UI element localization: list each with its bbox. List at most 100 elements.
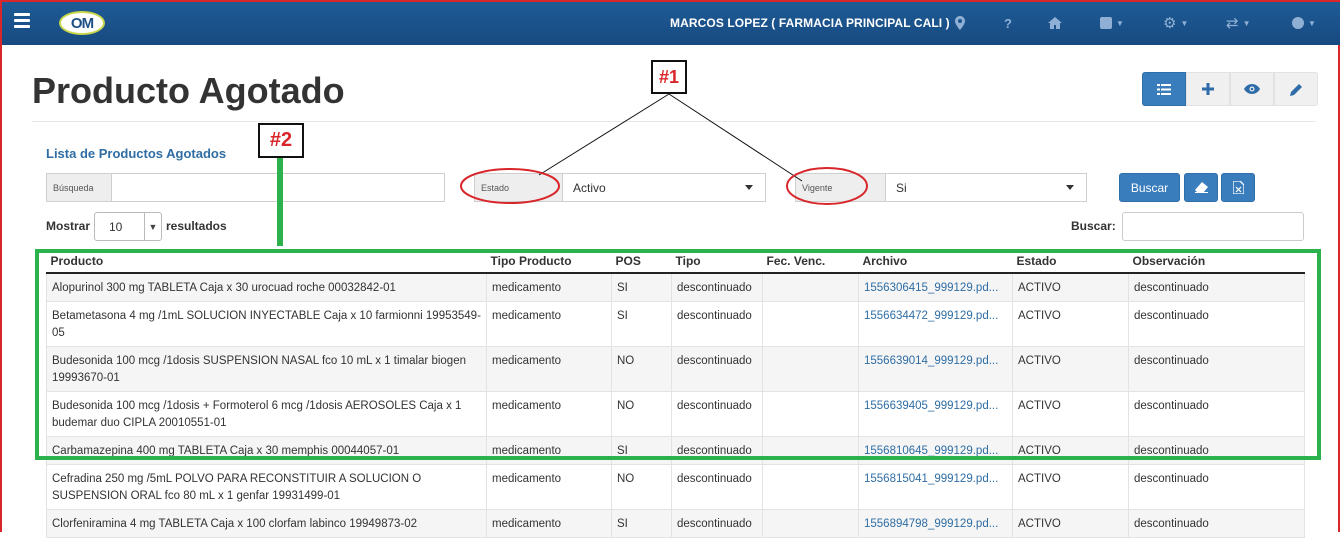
cell-fec-venc xyxy=(762,509,859,538)
list-heading: Lista de Productos Agotados xyxy=(46,146,227,161)
table-row[interactable]: Budesonida 100 mcg /1dosis + Formoterol … xyxy=(46,391,1305,437)
column-header[interactable]: Fec. Venc. xyxy=(762,250,859,274)
cell-observacion: descontinuado xyxy=(1128,346,1305,392)
column-header[interactable]: Producto xyxy=(46,250,487,274)
cell-tipo: descontinuado xyxy=(671,509,763,538)
busqueda-input[interactable] xyxy=(112,174,444,201)
cell-estado: ACTIVO xyxy=(1012,391,1129,437)
buscar-button[interactable]: Buscar xyxy=(1119,173,1180,202)
pencil-icon xyxy=(1289,83,1302,96)
annotation-line-1b xyxy=(668,93,803,182)
cell-tipo-producto: medicamento xyxy=(486,346,612,392)
cell-producto: Carbamazepina 400 mg TABLETA Caja x 30 m… xyxy=(46,436,487,465)
column-header[interactable]: Observación xyxy=(1128,250,1305,274)
cell-estado: ACTIVO xyxy=(1012,464,1129,510)
column-header[interactable]: Tipo Producto xyxy=(486,250,612,274)
archivo-link[interactable]: 1556639014_999129.pd... xyxy=(864,355,998,367)
square-icon[interactable]: ▼ xyxy=(1100,14,1124,32)
cell-pos: NO xyxy=(611,391,672,437)
column-header[interactable]: Estado xyxy=(1012,250,1129,274)
archivo-link[interactable]: 1556815041_999129.pd... xyxy=(864,473,998,485)
cell-fec-venc xyxy=(762,464,859,510)
gear-icon[interactable]: ⚙ ▼ xyxy=(1163,14,1188,32)
table-row[interactable]: Alopurinol 300 mg TABLETA Caja x 30 uroc… xyxy=(46,272,1305,302)
view-button[interactable] xyxy=(1230,72,1274,106)
vigente-value: Si xyxy=(896,180,907,195)
table-row[interactable]: Betametasona 4 mg /1mL SOLUCION INYECTAB… xyxy=(46,301,1305,347)
archivo-link[interactable]: 1556639405_999129.pd... xyxy=(864,400,998,412)
cell-archivo: 1556815041_999129.pd... xyxy=(858,464,1013,510)
column-header[interactable]: Archivo xyxy=(858,250,1013,274)
cell-tipo: descontinuado xyxy=(671,464,763,510)
cell-producto: Budesonida 100 mcg /1dosis SUSPENSION NA… xyxy=(46,346,487,392)
add-button[interactable] xyxy=(1186,72,1230,106)
archivo-link[interactable]: 1556894798_999129.pd... xyxy=(864,518,998,530)
archivo-link[interactable]: 1556810645_999129.pd... xyxy=(864,445,998,457)
cell-fec-venc xyxy=(762,436,859,465)
busqueda-label: Búsqueda xyxy=(47,174,112,201)
cell-producto: Budesonida 100 mcg /1dosis + Formoterol … xyxy=(46,391,487,437)
cell-producto: Cefradina 250 mg /5mL POLVO PARA RECONST… xyxy=(46,464,487,510)
cell-archivo: 1556634472_999129.pd... xyxy=(858,301,1013,347)
cell-archivo: 1556894798_999129.pd... xyxy=(858,509,1013,538)
cell-tipo: descontinuado xyxy=(671,436,763,465)
cell-producto: Betametasona 4 mg /1mL SOLUCION INYECTAB… xyxy=(46,301,487,347)
app-logo[interactable]: OM xyxy=(59,11,105,35)
page-size-select[interactable]: 10 ▼ xyxy=(94,212,162,241)
cell-fec-venc xyxy=(762,391,859,437)
column-header[interactable]: POS xyxy=(611,250,672,274)
cell-estado: ACTIVO xyxy=(1012,301,1129,347)
cell-pos: SI xyxy=(611,272,672,302)
top-navbar: OM MARCOS LOPEZ ( FARMACIA PRINCIPAL CAL… xyxy=(2,0,1340,45)
cell-estado: ACTIVO xyxy=(1012,509,1129,538)
edit-button[interactable] xyxy=(1274,72,1318,106)
table-row[interactable]: Carbamazepina 400 mg TABLETA Caja x 30 m… xyxy=(46,436,1305,465)
cell-observacion: descontinuado xyxy=(1128,464,1305,510)
cell-tipo-producto: medicamento xyxy=(486,272,612,302)
vigente-group: Vigente Si xyxy=(795,173,1087,202)
chevron-down-icon: ▼ xyxy=(144,213,161,240)
refresh-icon[interactable]: ⇄ ▼ xyxy=(1226,14,1251,32)
annotation-label-1: #1 xyxy=(651,60,687,94)
estado-select[interactable]: Activo xyxy=(563,174,765,201)
annotation-label-2: #2 xyxy=(258,123,304,158)
logo-text: OM xyxy=(70,14,94,32)
cell-tipo: descontinuado xyxy=(671,346,763,392)
circle-user-icon[interactable]: ▼ xyxy=(1292,14,1316,32)
cell-producto: Alopurinol 300 mg TABLETA Caja x 30 uroc… xyxy=(46,272,487,302)
caret-down-icon xyxy=(745,185,753,190)
cell-archivo: 1556639014_999129.pd... xyxy=(858,346,1013,392)
products-table: Producto Tipo Producto POS Tipo Fec. Ven… xyxy=(46,250,1305,538)
table-row[interactable]: Budesonida 100 mcg /1dosis SUSPENSION NA… xyxy=(46,346,1305,392)
cell-fec-venc xyxy=(762,272,859,302)
cell-producto: Clorfeniramina 4 mg TABLETA Caja x 100 c… xyxy=(46,509,487,538)
cell-archivo: 1556810645_999129.pd... xyxy=(858,436,1013,465)
cell-pos: NO xyxy=(611,346,672,392)
list-view-button[interactable] xyxy=(1142,72,1186,106)
vigente-label: Vigente xyxy=(796,174,886,201)
cell-pos: NO xyxy=(611,464,672,510)
cell-tipo-producto: medicamento xyxy=(486,391,612,437)
show-suffix: resultados xyxy=(166,219,227,233)
table-row[interactable]: Clorfeniramina 4 mg TABLETA Caja x 100 c… xyxy=(46,509,1305,538)
column-header[interactable]: Tipo xyxy=(671,250,763,274)
archivo-link[interactable]: 1556306415_999129.pd... xyxy=(864,282,998,294)
cell-pos: SI xyxy=(611,301,672,347)
user-label[interactable]: MARCOS LOPEZ ( FARMACIA PRINCIPAL CALI ) xyxy=(670,16,950,30)
clear-button[interactable] xyxy=(1184,173,1218,202)
cell-tipo-producto: medicamento xyxy=(486,436,612,465)
search-label: Buscar: xyxy=(1071,219,1116,233)
estado-value: Activo xyxy=(573,180,606,195)
archivo-link[interactable]: 1556634472_999129.pd... xyxy=(864,310,998,322)
table-row[interactable]: Cefradina 250 mg /5mL POLVO PARA RECONST… xyxy=(46,464,1305,510)
export-excel-button[interactable] xyxy=(1221,173,1255,202)
home-icon[interactable] xyxy=(1048,14,1062,32)
menu-icon[interactable] xyxy=(14,13,30,31)
vigente-select[interactable]: Si xyxy=(886,174,1086,201)
table-search-input[interactable] xyxy=(1122,212,1304,241)
cell-tipo: descontinuado xyxy=(671,301,763,347)
cell-pos: SI xyxy=(611,509,672,538)
question-icon[interactable]: ? xyxy=(1004,14,1012,32)
map-marker-icon[interactable] xyxy=(955,14,965,32)
page-size-value: 10 xyxy=(109,219,123,234)
